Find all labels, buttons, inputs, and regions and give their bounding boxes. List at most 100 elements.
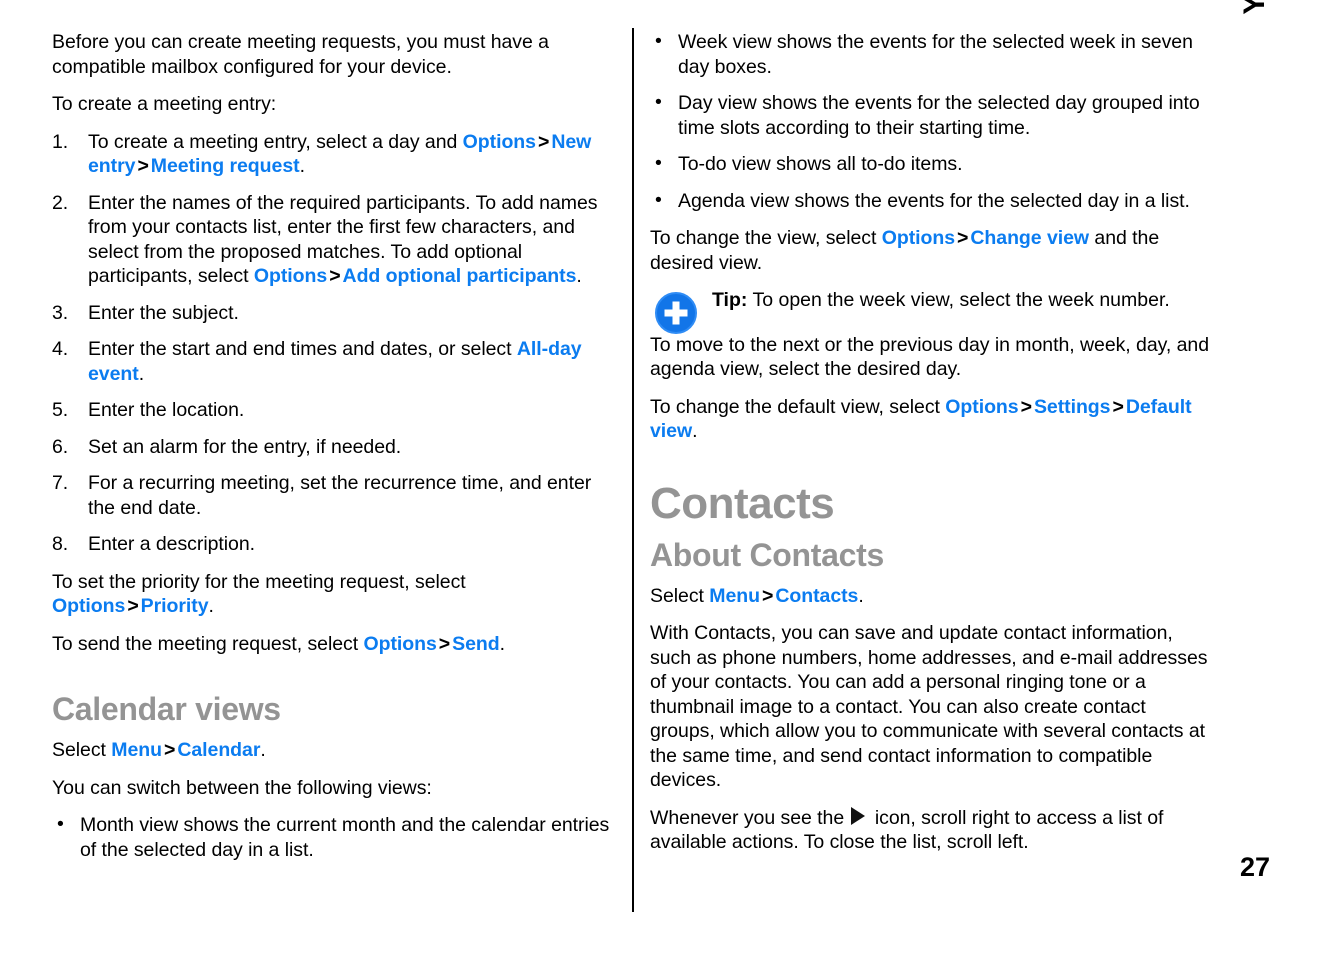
calendar-view-bullets-left: • Month view shows the current month and … <box>52 813 620 862</box>
default-view-paragraph: To change the default view, select Optio… <box>650 395 1212 444</box>
step-text-post: . <box>299 155 305 177</box>
bullet-dot: • <box>655 30 662 52</box>
right-arrow-icon <box>851 806 866 825</box>
ui-separator: > <box>438 632 451 655</box>
list-item-text: Agenda view shows the events for the sel… <box>678 189 1190 212</box>
paragraph-text: To change the default view, select <box>650 395 946 418</box>
change-view-paragraph: To change the view, select Options > Chang… <box>650 226 1212 275</box>
heading-calendar-views: Calendar views <box>52 691 281 727</box>
step-text-pre: Enter the subject. <box>88 301 239 324</box>
chapter-title-contacts: Contacts <box>650 478 835 528</box>
tip-text: To open the week view, select the week n… <box>747 289 1170 311</box>
ui-term-options: Options <box>253 265 328 287</box>
ui-term-calendar: Calendar <box>177 739 261 761</box>
list-item: • Month view shows the current month and … <box>52 813 620 862</box>
select-menu-contacts-paragraph: Select Menu > Contacts. <box>650 584 1212 609</box>
list-item: • Day view shows the events for the selec… <box>650 91 1212 140</box>
switch-views-lead: You can switch between the following vie… <box>52 776 432 799</box>
step-number: 6. <box>52 435 69 458</box>
manual-page: Before you can create meeting requests, … <box>0 0 1322 954</box>
ui-term-options: Options <box>52 595 126 617</box>
step-text-pre: Enter the start and end times and dates,… <box>88 338 517 360</box>
running-head: Your Nokia E72 <box>1238 0 1278 34</box>
list-item: • Agenda view shows the events for the se… <box>650 189 1212 214</box>
step-text-post: . <box>576 265 582 287</box>
paragraph-text-post: . <box>692 420 698 442</box>
tip-block: Tip: To open the week view, select the w… <box>650 288 1212 334</box>
step-number: 1. <box>52 130 69 153</box>
ui-term-add-optional-participants: Add optional participants <box>342 265 577 287</box>
list-item: • Week view shows the events for the sele… <box>650 30 1212 79</box>
intro-paragraph: Before you can create meeting requests, … <box>52 31 549 78</box>
send-paragraph: To send the meeting request, select Opti… <box>52 632 620 657</box>
ui-separator: > <box>1112 395 1124 418</box>
step-item: 5. Enter the location. <box>52 398 620 423</box>
step-item: 6. Set an alarm for the entry, if needed. <box>52 435 620 460</box>
step-number: 8. <box>52 533 69 555</box>
page-number: 27 <box>1240 852 1271 882</box>
list-item-text: Month view shows the current month and t… <box>80 814 610 861</box>
step-number: 3. <box>52 301 69 324</box>
bullet-dot: • <box>655 188 662 211</box>
calendar-view-bullets-right: • Week view shows the events for the sele… <box>650 30 1212 213</box>
paragraph-text-post: . <box>260 739 266 761</box>
paragraph-text-post: . <box>499 632 505 655</box>
paragraph-text: Select <box>52 739 112 761</box>
ui-separator: > <box>137 155 149 177</box>
step-item: 7. For a recurring meeting, set the recur… <box>52 471 620 520</box>
ui-separator: > <box>127 595 139 617</box>
lead-in-paragraph: To create a meeting entry: <box>52 93 277 115</box>
paragraph-text-post: . <box>858 584 864 607</box>
step-number: 7. <box>52 472 69 494</box>
list-item-text: To-do view shows all to-do items. <box>678 153 963 175</box>
scroll-right-paragraph: Whenever you see the icon, scroll right … <box>650 806 1212 855</box>
step-text-post: . <box>138 362 145 385</box>
step-number: 4. <box>52 338 69 360</box>
priority-paragraph: To set the priority for the meeting requ… <box>52 570 620 619</box>
ui-term-options: Options <box>363 632 437 655</box>
ui-term-menu: Menu <box>709 584 760 607</box>
step-number: 2. <box>52 191 69 214</box>
bullet-dot: • <box>57 813 64 835</box>
tip-label: Tip: <box>712 289 748 311</box>
ui-separator: > <box>329 265 341 287</box>
step-item: 3. Enter the subject. <box>52 301 620 326</box>
step-text-pre: For a recurring meeting, set the recurre… <box>88 472 592 519</box>
step-number: 5. <box>52 399 69 421</box>
ui-term-priority: Priority <box>140 595 209 617</box>
list-item: • To-do view shows all to-do items. <box>650 152 1212 177</box>
heading-about-contacts: About Contacts <box>650 536 885 573</box>
step-item: 1. To create a meeting entry, select a da… <box>52 130 620 179</box>
left-column: Before you can create meeting requests, … <box>52 30 620 875</box>
column-divider <box>632 28 634 912</box>
ui-term-meeting-request: Meeting request <box>150 155 300 177</box>
ui-separator: > <box>163 739 176 761</box>
step-item: 8. Enter a description. <box>52 532 620 557</box>
bullet-dot: • <box>655 152 662 174</box>
ui-term-options: Options <box>462 130 536 153</box>
step-text-pre: Enter a description. <box>88 533 256 555</box>
ui-term-options: Options <box>945 395 1019 418</box>
paragraph-text: To change the view, select <box>650 227 882 249</box>
step-text-pre: Enter the location. <box>88 399 245 421</box>
ui-term-options: Options <box>881 227 956 249</box>
list-item-text: Day view shows the events for the select… <box>678 92 1200 139</box>
paragraph-text: Select <box>650 584 710 607</box>
paragraph-text-post: . <box>208 595 214 617</box>
paragraph-text: Whenever you see the <box>650 806 850 829</box>
ui-separator: > <box>1020 395 1032 418</box>
ui-term-menu: Menu <box>111 739 162 761</box>
move-day-paragraph: To move to the next or the previous day … <box>650 333 1210 381</box>
select-menu-calendar-paragraph: Select Menu > Calendar. <box>52 738 620 763</box>
right-column: • Week view shows the events for the sele… <box>650 30 1212 868</box>
ui-term-send: Send <box>452 632 500 655</box>
about-contacts-body: With Contacts, you can save and update c… <box>650 622 1208 791</box>
ui-term-change-view: Change view <box>970 227 1090 249</box>
ui-term-contacts: Contacts <box>775 584 859 607</box>
meeting-entry-steps: 1. To create a meeting entry, select a da… <box>52 130 620 557</box>
paragraph-text: To set the priority for the meeting requ… <box>52 570 466 593</box>
step-item: 4. Enter the start and end times and date… <box>52 337 620 386</box>
ui-separator: > <box>957 227 969 249</box>
ui-separator: > <box>761 584 774 607</box>
step-text-pre: To create a meeting entry, select a day … <box>88 130 463 153</box>
